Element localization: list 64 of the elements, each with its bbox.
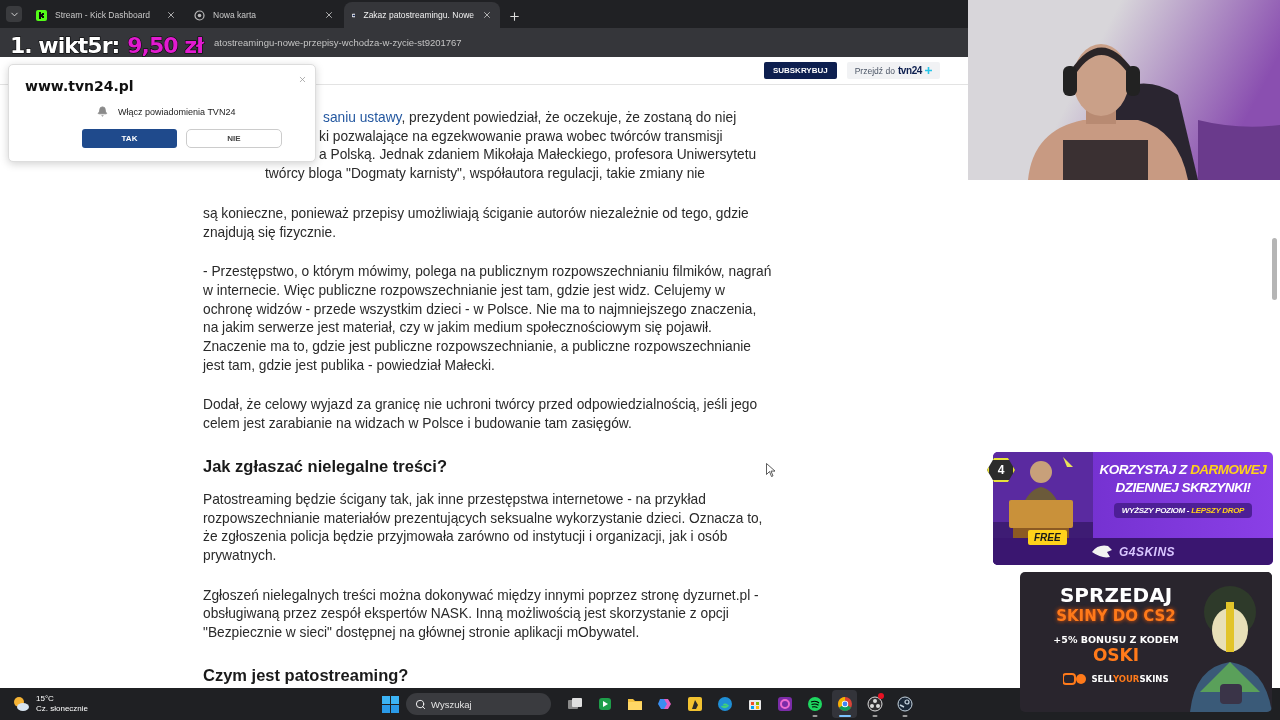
close-icon[interactable] — [324, 10, 334, 20]
chrome-icon — [836, 696, 853, 712]
edge-icon — [716, 696, 733, 712]
article-text: a Polską. Jednak zdaniem Mikołaja Małeckiego, profesora Uniwersytetu — [319, 147, 757, 163]
sell-logo-icon — [1063, 673, 1088, 685]
ad-bonus-text: +5% BONUSU Z KODEM — [1053, 634, 1179, 645]
article-paragraph: - Przestępstwo, o którym mówimy, polega na publicznym rozpowszechnianiu filmików, nagrań w internecie. Więc publiczne rozpowszechnianie jest tam, gdzie jest widz. Celujemy w ochronę widzów - przede wszystkim dzieci - w Polsce. Nie ma to najmniejszego znaczenia, na jakim serwerze jest materiał, czy w jakim medium społecznościowym się pojawił. Znaczenie ma to, gdzie jest publiczne rozpowszechnianie, a publiczne rozpowszechnianie jest tam, gdzie jest publika - powiedział Małecki. — [203, 263, 773, 375]
ad-subtitle: SKINY DO CS2 — [1056, 606, 1176, 626]
weather-text: Cz. słonecznie — [36, 704, 89, 714]
close-icon[interactable] — [482, 10, 492, 20]
bell-icon — [97, 106, 108, 117]
taskbar-app-button[interactable] — [832, 690, 857, 718]
section-heading: Jak zgłaszać nielegalne treści? — [203, 455, 447, 477]
spotify-icon — [806, 696, 823, 712]
promo-code: OSKI — [1092, 645, 1140, 665]
mouse-cursor-icon — [766, 463, 775, 477]
article-text: ki pozwalające na egzekwowanie prawa wobec twórców transmisji — [319, 128, 723, 144]
plus-icon — [925, 67, 932, 74]
ad-headline: KORZYSTAJ Z DARMOWEJ — [1099, 461, 1267, 478]
start-button[interactable] — [380, 693, 401, 715]
article-paragraph: Zgłoszeń nielegalnych treści można dokonywać między innymi poprzez stronę dyzurnet.pl - obsługiwaną przez zespół ekspertów NASK. Inną możliwością jest skorzystanie z opcji "Bezpiecznie w sieci" dostępnej na głównej stronie aplikacji mObywatel. — [203, 586, 760, 643]
weather-icon — [12, 696, 30, 712]
ad-title: SPRZEDAJ — [1059, 584, 1173, 606]
popup-message: Włącz powiadomienia TVN24 — [118, 106, 236, 117]
globe-icon — [194, 9, 205, 21]
subscribe-button[interactable]: SUBSKRYBUJ — [763, 62, 837, 79]
ad-headline: DZIENNEJ SKRZYNKI! — [1115, 479, 1251, 496]
search-field[interactable]: Wyszukaj — [406, 693, 551, 715]
goto-button[interactable]: Przejdź do tvn24 — [846, 62, 940, 79]
donation-amount: 9,50 zł — [127, 33, 204, 58]
temperature-text: 15°C — [36, 694, 55, 704]
browser-tab[interactable]: Zakaz patostreamingu. Nowe — [344, 2, 500, 28]
ad-tagline: WYŻSZY POZIOM - LEPSZY DROP — [1113, 503, 1253, 518]
ad-logo: SELLYOURSKINS — [1091, 674, 1169, 684]
article-paragraph: są konieczne, ponieważ przepisy umożliwiają ściganie autorów niezależnie od tego, gdzie znajdują się fizycznie. — [203, 204, 750, 242]
steam-icon — [896, 696, 913, 712]
article-text: , prezydent powiedział, że oczekuje, że zostaną do niej — [401, 110, 737, 125]
article-paragraph: Patostreaming będzie ścigany tak, jak inne przestępstwa internetowe - na przykład rozpowszechnianie materiałów prezentujących seksualne wykorzystanie dzieci. Oznacza to, że zgłoszenia policja będzie przyjmowała zarówno od instytucji i organizacji, jak i osób prywatnych. — [203, 490, 764, 565]
browser-tab[interactable]: Nowa karta — [186, 2, 342, 28]
copilot-icon — [656, 696, 673, 712]
task-view-icon — [566, 696, 583, 712]
folder-icon — [626, 696, 643, 712]
close-icon[interactable] — [166, 10, 176, 20]
free-badge: FREE — [1028, 530, 1067, 545]
tab-search-button[interactable] — [6, 6, 22, 22]
scrollbar-thumb[interactable] — [1272, 238, 1277, 300]
game-app-icon — [686, 696, 703, 712]
kick-logo-icon — [36, 9, 47, 21]
section-heading: Czym jest patostreaming? — [203, 664, 409, 686]
popup-site: www.tvn24.pl — [25, 78, 135, 94]
notification-badge — [878, 693, 884, 699]
new-tab-button[interactable] — [508, 10, 521, 23]
browser-tab[interactable]: Stream - Kick Dashboard — [28, 2, 184, 28]
play-app-icon — [596, 696, 613, 712]
article-text: twórcy bloga "Dogmaty karnisty", współautora regulacji, takie zmiany nie — [265, 166, 706, 182]
donor-name: 1. wikt5r: — [10, 33, 120, 58]
ad-logo: G4SKINS — [1118, 544, 1176, 559]
obs-icon — [866, 696, 883, 712]
ring-app-icon — [776, 696, 793, 712]
accept-button[interactable]: TAK — [82, 129, 177, 148]
article-paragraph: Dodał, że celowy wyjazd za granicę nie uchroni twórcy przed odpowiedzialnością, jeśli jego celem jest zarabianie na widzach w Polsce i budowanie tam zasięgów. — [203, 396, 759, 434]
url-text[interactable]: atostreamingu-nowe-przepisy-wchodza-w-zycie-st9201767 — [214, 37, 462, 48]
decline-button[interactable]: NIE — [186, 129, 282, 148]
search-icon — [415, 699, 426, 710]
